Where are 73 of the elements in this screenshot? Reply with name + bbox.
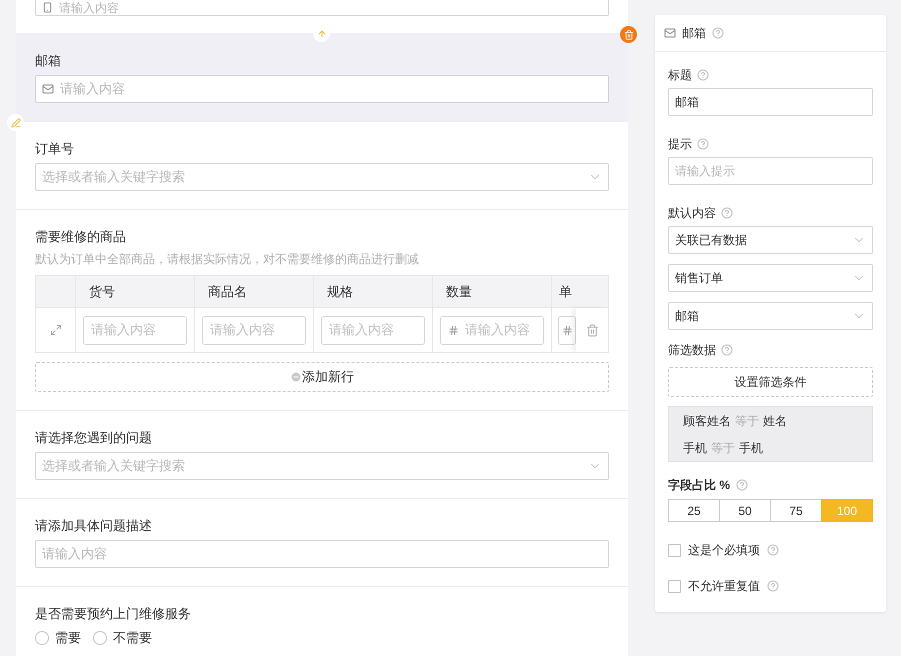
delete-icon[interactable] [586,324,598,336]
condition-operator: 等于 [711,440,735,456]
width-option[interactable]: 25 [668,499,720,522]
number-icon [562,324,573,336]
select-field[interactable]: 关联已有数据 [668,226,873,254]
panel-title: 邮箱 [682,25,706,42]
title-input[interactable]: 邮箱 [668,88,873,116]
input-field[interactable]: 请输入内容 [35,75,609,103]
field-label: 标题 [668,67,692,84]
add-row-button[interactable]: 添加新行 [35,362,609,392]
field-label: 是否需要预约上门维修服务 [35,605,192,623]
checkbox-label: 不允许重复值 [688,578,760,595]
input-field[interactable]: 请输入内容 [35,540,609,568]
field-label: 提示 [668,136,692,153]
field-label: 筛选数据 [668,342,716,359]
expand-icon[interactable] [50,324,62,336]
width-option[interactable]: 50 [719,499,771,522]
help-icon[interactable] [767,544,779,556]
delete-button[interactable] [620,26,637,43]
condition-field: 手机 [683,438,707,456]
radio-button[interactable] [35,631,49,645]
selected-field-background[interactable]: 邮箱 请输入内容 [16,33,628,122]
hint-input[interactable]: 请输入提示 [668,157,873,185]
condition-field: 顾客姓名 [683,412,731,430]
condition-value: 姓名 [763,412,787,430]
radio-label: 不需要 [113,630,152,646]
filter-button[interactable]: 设置筛选条件 [668,367,873,397]
width-option[interactable]: 100 [821,499,873,522]
field-label: 邮箱 [35,52,62,70]
radio-button[interactable] [93,631,107,645]
help-icon[interactable] [721,344,733,356]
field-label: 默认内容 [668,205,716,222]
mail-icon [42,83,54,95]
trash-icon [624,30,634,40]
checkbox[interactable] [668,580,681,592]
pen-icon [10,118,20,128]
field-hint: 默认为订单中全部商品，请根据实际情况，对不需要维修的商品进行删减 [35,251,420,267]
field-label: 请添加具体问题描述 [35,517,153,535]
help-icon[interactable] [767,580,779,592]
column-header: 单 [559,282,572,301]
condition-value: 手机 [739,440,763,456]
phone-icon [42,2,53,13]
number-icon [448,324,459,336]
column-header: 规格 [327,282,353,301]
help-icon[interactable] [697,69,709,81]
field-label: 需要维修的商品 [35,228,127,246]
checkbox-label: 这是个必填项 [688,542,760,559]
help-icon[interactable] [721,207,733,219]
field-label: 字段占比 % [668,477,730,494]
column-header: 货号 [89,282,115,301]
field-label: 订单号 [35,140,75,158]
mail-icon [664,27,676,39]
cell-input[interactable]: 请输入内容 [440,316,544,344]
column-header: 商品名 [208,282,247,301]
select-field[interactable]: 销售订单 [668,264,873,292]
input-field[interactable]: 请输入内容 [35,0,609,16]
minus-circle-icon [290,371,302,383]
cell-input[interactable]: 请输入内容 [202,316,306,344]
select-field[interactable]: 邮箱 [668,302,873,330]
checkbox[interactable] [668,544,681,556]
select-field[interactable]: 选择或者输入关键字搜索 [35,163,609,191]
help-icon[interactable] [736,479,748,491]
condition-operator: 等于 [735,412,759,430]
help-icon[interactable] [712,27,724,39]
cell-input[interactable]: 请输入内容 [321,316,425,344]
cell-input[interactable]: 请输入内容 [83,316,187,344]
width-option[interactable]: 75 [770,499,822,522]
column-header: 数量 [446,282,472,301]
field-label: 请选择您遇到的问题 [35,429,153,447]
select-field[interactable]: 选择或者输入关键字搜索 [35,452,609,480]
radio-label: 需要 [55,630,81,646]
help-icon[interactable] [697,138,709,150]
arrow-up-icon [316,28,326,38]
